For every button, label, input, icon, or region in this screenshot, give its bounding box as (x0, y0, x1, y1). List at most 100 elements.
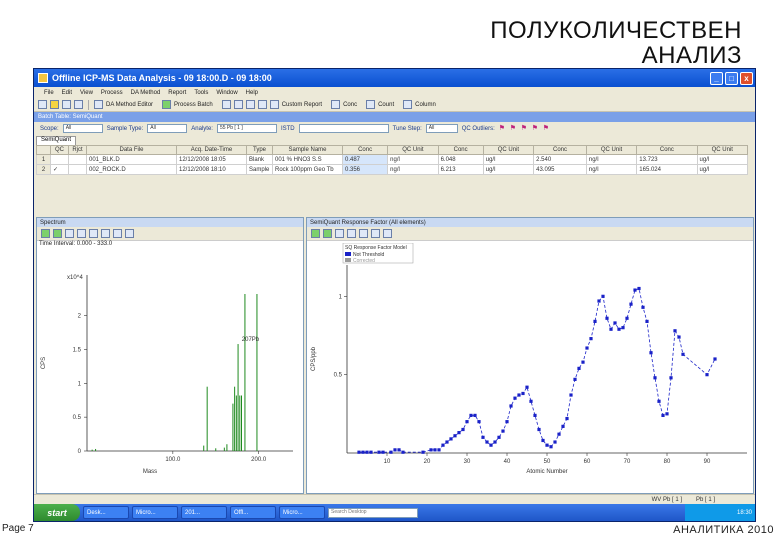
arrow-up-icon[interactable] (311, 229, 320, 238)
zoom-icon[interactable] (335, 229, 344, 238)
custom-report-button[interactable]: Custom Report (282, 102, 322, 108)
start-button[interactable]: start (34, 504, 80, 521)
grid-icon[interactable] (221, 100, 231, 109)
sq-response-chart[interactable]: SQ Response Factor ModelNot ThresholdCor… (307, 243, 753, 493)
analyte-combo[interactable]: 55 Pb [ 1 ] (216, 124, 277, 133)
refresh-icon[interactable] (347, 229, 356, 238)
table-row[interactable]: 2 ✓ 002_ROCK.D 12/12/2008 18:10 Sample R… (36, 164, 749, 175)
taskbar-item[interactable]: Micro... (132, 506, 178, 519)
overlay-icon[interactable] (113, 229, 122, 238)
table-header[interactable]: QC Unit (585, 145, 638, 155)
new-icon[interactable] (38, 100, 47, 109)
conc-icon[interactable] (331, 100, 341, 109)
process-icon[interactable] (162, 100, 172, 109)
sq-data-point (565, 416, 569, 421)
flag-icon[interactable]: ⚑ (499, 125, 506, 132)
conc-cell: 2.540 (533, 154, 587, 165)
sq-data-point (613, 321, 617, 325)
slide-title-line1: ПОЛУКОЛИЧЕСТВЕН (490, 17, 742, 44)
table-header[interactable]: Rjct (68, 145, 87, 155)
print-icon[interactable] (101, 229, 110, 238)
table-header[interactable]: QC Unit (696, 145, 749, 155)
save-icon[interactable] (62, 100, 71, 109)
print-icon[interactable] (74, 100, 83, 109)
chart-icon[interactable] (383, 229, 392, 238)
close-button[interactable]: x (740, 71, 753, 85)
menu-da-method[interactable]: DA Method (131, 90, 161, 96)
copy-icon[interactable] (359, 229, 368, 238)
menu-edit[interactable]: Edit (62, 90, 72, 96)
qc-cell[interactable]: ✓ (50, 164, 69, 175)
table-header[interactable]: Type (246, 145, 273, 155)
filter-bar: Scope: All Sample Type: All Analyte: 55 … (34, 122, 755, 135)
x-axis-label: Mass (143, 469, 157, 475)
maximize-button[interactable]: □ (725, 71, 738, 85)
sq-data-point (517, 393, 521, 397)
menu-tools[interactable]: Tools (194, 90, 208, 96)
pan-icon[interactable] (77, 229, 86, 238)
taskbar-item[interactable]: 201... (181, 506, 227, 519)
flag-icon[interactable]: ⚑ (532, 125, 539, 132)
arrow-down-icon[interactable] (53, 229, 62, 238)
flag-icon[interactable]: ⚑ (510, 125, 517, 132)
tab-semiquant[interactable]: SemiQuant (36, 136, 77, 145)
sample-type-combo[interactable]: All (147, 124, 188, 133)
column-button[interactable]: Column (415, 102, 436, 108)
table-header[interactable]: QC (50, 145, 69, 155)
table-header[interactable]: Acq. Date-Time (176, 145, 247, 155)
table-header[interactable]: QC Unit (482, 145, 535, 155)
table-header[interactable]: Conc (437, 145, 484, 155)
menu-process[interactable]: Process (101, 90, 123, 96)
table-header[interactable] (36, 145, 51, 155)
qc-cell[interactable] (50, 154, 69, 165)
unit-cell: ng/l (585, 154, 638, 165)
scope-combo[interactable]: All (62, 124, 103, 133)
table-header[interactable]: Conc (636, 145, 698, 155)
grid-icon[interactable] (125, 229, 134, 238)
tune-step-combo[interactable]: All (425, 124, 458, 133)
da-method-icon[interactable] (94, 100, 103, 109)
istd-combo[interactable] (298, 124, 389, 133)
flag-icon[interactable]: ⚑ (521, 125, 528, 132)
chart-icon[interactable] (245, 100, 255, 109)
table-header[interactable]: Data File (86, 145, 177, 155)
arrow-up-icon[interactable] (41, 229, 50, 238)
copy-icon[interactable] (89, 229, 98, 238)
menu-window[interactable]: Window (216, 90, 237, 96)
x-tick-label: 50 (544, 459, 551, 465)
menu-help[interactable]: Help (246, 90, 258, 96)
table-header[interactable]: QC Unit (387, 145, 439, 155)
layout-icon[interactable] (257, 100, 267, 109)
column-icon[interactable] (403, 100, 413, 109)
table-header[interactable]: Sample Name (272, 145, 343, 155)
minimize-button[interactable]: _ (710, 71, 723, 85)
rjct-cell[interactable] (68, 154, 87, 165)
table-icon[interactable] (233, 100, 243, 109)
menu-report[interactable]: Report (168, 90, 186, 96)
conc-button[interactable]: Conc (343, 102, 357, 108)
window-titlebar[interactable]: Offline ICP-MS Data Analysis - 09 18:00.… (34, 69, 755, 87)
menu-view[interactable]: View (80, 90, 93, 96)
search-input[interactable]: Search Desktop (328, 507, 418, 518)
spectrum-chart[interactable]: x10^4 0 0.5 1 1.5 2 100.0 200.0 Mass CPS 207Pb (37, 261, 303, 493)
flag-icon[interactable]: ⚑ (543, 125, 550, 132)
table-header[interactable]: Conc (533, 145, 587, 155)
menu-file[interactable]: File (44, 90, 54, 96)
taskbar-item[interactable]: Micro... (279, 506, 325, 519)
open-folder-icon[interactable] (50, 100, 59, 109)
x-tick-label: 200.0 (251, 457, 267, 463)
zoom-icon[interactable] (65, 229, 74, 238)
table-row[interactable]: 1 001_BLK.D 12/12/2008 18:05 Blank 001 %… (36, 154, 749, 165)
report-icon[interactable] (269, 100, 279, 109)
table-header[interactable]: Conc (341, 145, 389, 155)
taskbar-item[interactable]: Offl... (230, 506, 276, 519)
taskbar-item[interactable]: Desk... (83, 506, 129, 519)
count-button[interactable]: Count (378, 102, 394, 108)
process-batch-button[interactable]: Process Batch (174, 102, 213, 108)
sq-data-point (577, 366, 581, 370)
count-icon[interactable] (366, 100, 376, 109)
arrow-down-icon[interactable] (323, 229, 332, 238)
rjct-cell[interactable] (68, 164, 87, 175)
print-icon[interactable] (371, 229, 380, 238)
da-method-editor-button[interactable]: DA Method Editor (106, 102, 153, 108)
